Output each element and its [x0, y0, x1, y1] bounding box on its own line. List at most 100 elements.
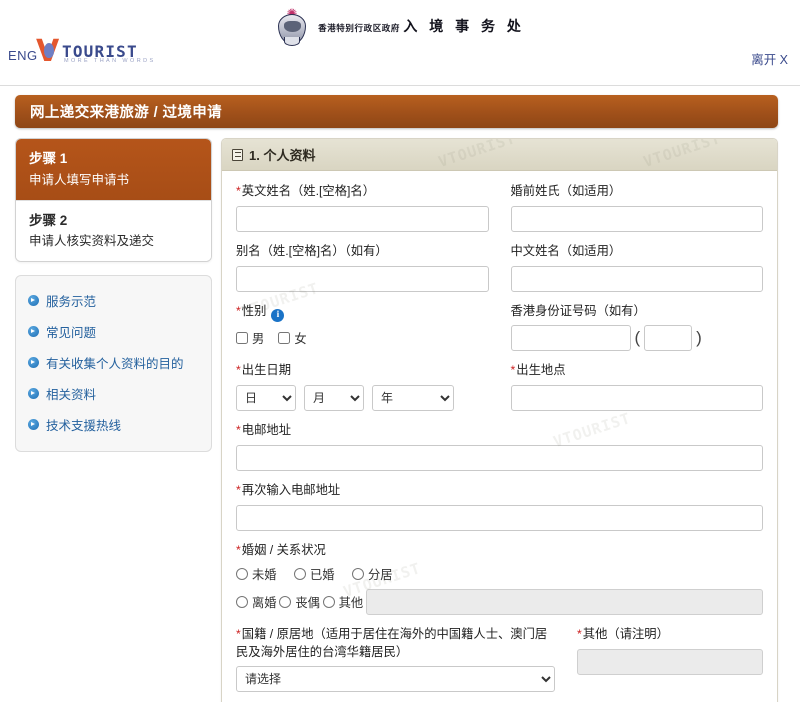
gender-label: *性别i [236, 303, 489, 322]
vtourist-logo[interactable]: V TOURIST MORE THAN WORDS [36, 39, 156, 71]
marital-widowed-radio[interactable] [279, 596, 291, 608]
nationality-select[interactable]: 请选择 [236, 666, 555, 692]
email-label: *电邮地址 [236, 422, 763, 440]
marital-option-divorced[interactable]: 离婚 [236, 593, 279, 611]
info-icon[interactable]: i [271, 309, 284, 322]
sidebar-step-1[interactable]: 步骤 1 申请人填写申请书 [16, 139, 211, 200]
field-gender: *性别i 男 女 [236, 303, 489, 352]
required-marker: * [511, 363, 516, 377]
marital-married-radio[interactable] [294, 568, 306, 580]
marital-other-input[interactable] [366, 589, 763, 615]
marital-separated-radio[interactable] [352, 568, 364, 580]
row-names-1: *英文姓名（姓.[空格]名） 婚前姓氏（如适用） [236, 183, 763, 243]
hkid-number-input[interactable] [511, 325, 631, 351]
sidebar-step-2[interactable]: 步骤 2 申请人核实资料及递交 [16, 200, 211, 262]
site-header: ✺ 香港特别行政区政府 入 境 事 务 处 ENG V TOURIST MORE… [0, 0, 800, 86]
sidebar-link-label: 相关资料 [46, 384, 96, 403]
marital-status-label: *婚姻 / 关系状况 [236, 542, 763, 560]
marital-option-married[interactable]: 已婚 [294, 565, 352, 583]
hkid-check-digit-input[interactable] [644, 325, 692, 351]
required-marker: * [236, 304, 241, 318]
sidebar-links-panel: 服务示范 常见问题 有关收集个人资料的目的 相关资料 技术支援热线 [15, 275, 212, 452]
watermark: VTOURIST [436, 138, 518, 171]
marital-option-other[interactable]: 其他 [323, 593, 366, 611]
gender-option-female[interactable]: 女 [278, 329, 306, 347]
step-2-title: 步骤 2 [29, 211, 198, 231]
gender-option-male[interactable]: 男 [236, 329, 264, 347]
marital-option-separated[interactable]: 分居 [352, 565, 410, 583]
personal-particulars-panel: 1. 个人资料 VTOURIST VTOURIST VTOURIST VTOUR… [221, 138, 778, 702]
hkid-inputs: ( ) [511, 325, 764, 351]
arrow-circle-icon [28, 357, 39, 368]
required-marker: * [236, 423, 241, 437]
sidebar-link-service-demo[interactable]: 服务示范 [16, 285, 211, 316]
form-list-icon [232, 149, 243, 161]
sidebar-link-related-info[interactable]: 相关资料 [16, 378, 211, 409]
marital-other-label: 其他 [339, 593, 364, 611]
email-input[interactable] [236, 445, 763, 471]
row-dob-pob: *出生日期 日 月 年 *出生地点 [236, 362, 763, 422]
gender-female-checkbox[interactable] [278, 332, 290, 344]
required-marker: * [236, 363, 241, 377]
nationality-other-label-text: 其他（请注明） [583, 627, 669, 641]
row-nationality: *国籍 / 原居地（适用于居住在海外的中国籍人士、澳门居民及海外居住的台湾华籍居… [236, 626, 763, 702]
nationality-other-input[interactable] [577, 649, 763, 675]
field-maiden-name: 婚前姓氏（如适用） [511, 183, 764, 232]
arrow-circle-icon [28, 419, 39, 430]
field-marital-status: *婚姻 / 关系状况 未婚 已婚 [236, 542, 763, 615]
form-body: VTOURIST VTOURIST VTOURIST *英文姓名（姓.[空格]名… [222, 171, 777, 702]
gender-male-checkbox[interactable] [236, 332, 248, 344]
english-name-label-text: 英文姓名（姓.[空格]名） [242, 184, 375, 198]
alias-input[interactable] [236, 266, 489, 292]
government-line: 香港特别行政区政府 [318, 23, 400, 33]
marital-divorced-radio[interactable] [236, 596, 248, 608]
required-marker: * [236, 627, 241, 641]
hkid-open-paren: ( [631, 328, 645, 348]
required-marker: * [236, 543, 241, 557]
english-name-input[interactable] [236, 206, 489, 232]
field-email: *电邮地址 [236, 422, 763, 471]
dob-day-select[interactable]: 日 [236, 385, 296, 411]
field-nationality: *国籍 / 原居地（适用于居住在海外的中国籍人士、澳门居民及海外居住的台湾华籍居… [236, 626, 555, 693]
sidebar-link-faq[interactable]: 常见问题 [16, 316, 211, 347]
arrow-circle-icon [28, 295, 39, 306]
arrow-circle-icon [28, 388, 39, 399]
sidebar-link-tech-support[interactable]: 技术支援热线 [16, 409, 211, 440]
leave-link[interactable]: 离开 X [751, 49, 788, 68]
marital-option-widowed[interactable]: 丧偶 [279, 593, 322, 611]
main-content: 1. 个人资料 VTOURIST VTOURIST VTOURIST VTOUR… [221, 138, 778, 702]
dob-year-select[interactable]: 年 [372, 385, 454, 411]
sidebar-link-data-purpose[interactable]: 有关收集个人资料的目的 [16, 347, 211, 378]
place-of-birth-input[interactable] [511, 385, 764, 411]
dob-month-select[interactable]: 月 [304, 385, 364, 411]
email-confirm-input[interactable] [236, 505, 763, 531]
section-title: 1. 个人资料 [249, 145, 315, 164]
sidebar-link-label: 技术支援热线 [46, 415, 121, 434]
dob-label-text: 出生日期 [242, 363, 291, 377]
marital-option-single[interactable]: 未婚 [236, 565, 294, 583]
required-marker: * [236, 483, 241, 497]
language-switch-eng[interactable]: ENG [8, 48, 38, 63]
nationality-label: *国籍 / 原居地（适用于居住在海外的中国籍人士、澳门居民及海外居住的台湾华籍居… [236, 626, 555, 662]
arrow-circle-icon [28, 326, 39, 337]
dob-selects: 日 月 年 [236, 385, 489, 411]
marital-single-radio[interactable] [236, 568, 248, 580]
row-gender-hkid: *性别i 男 女 香港身份证 [236, 303, 763, 363]
section-header: 1. 个人资料 VTOURIST VTOURIST [222, 139, 777, 171]
pob-label-text: 出生地点 [516, 363, 565, 377]
marital-other-radio[interactable] [323, 596, 335, 608]
marital-status-options: 未婚 已婚 分居 [236, 565, 763, 615]
watermark: VTOURIST [641, 138, 723, 171]
maiden-name-label: 婚前姓氏（如适用） [511, 183, 764, 201]
field-chinese-name: 中文姓名（如适用） [511, 243, 764, 292]
gender-options: 男 女 [236, 327, 489, 347]
hkid-close-paren: ) [692, 328, 706, 348]
chinese-name-input[interactable] [511, 266, 764, 292]
chinese-name-label: 中文姓名（如适用） [511, 243, 764, 261]
field-place-of-birth: *出生地点 [511, 362, 764, 411]
marital-status-row-2: 离婚 丧偶 其他 [236, 589, 763, 615]
maiden-name-input[interactable] [511, 206, 764, 232]
hkid-label: 香港身份证号码（如有） [511, 303, 764, 321]
v-mark-inner-icon [44, 43, 54, 58]
sidebar-link-label: 有关收集个人资料的目的 [46, 353, 184, 372]
